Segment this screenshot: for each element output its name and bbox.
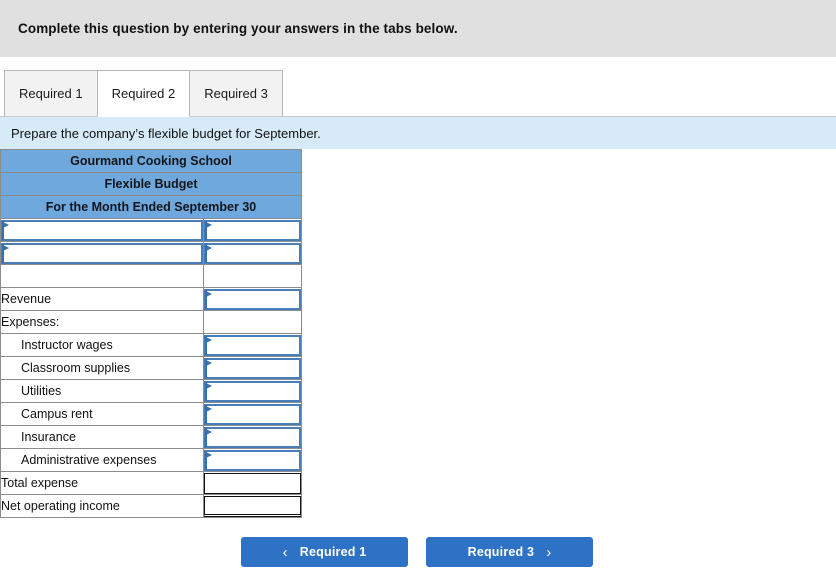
row-6-value-cell — [203, 356, 302, 380]
table-row: Instructor wages — [0, 333, 302, 357]
table-header-row: For the Month Ended September 30 — [0, 195, 302, 219]
table-row — [0, 264, 302, 288]
row-11-value-field[interactable] — [204, 472, 301, 494]
row-2-value-empty-cell — [203, 264, 302, 288]
table-row: Administrative expenses — [0, 448, 302, 472]
table-title-line-3: For the Month Ended September 30 — [0, 195, 302, 219]
row-3-value-select[interactable] — [204, 288, 301, 310]
dropdown-triangle-icon — [3, 221, 9, 228]
next-required-label: Required 3 — [467, 545, 535, 559]
row-label: Net operating income — [0, 494, 204, 518]
dropdown-triangle-icon — [3, 244, 9, 251]
row-1-label-select[interactable] — [1, 242, 203, 264]
table-row: Expenses: — [0, 310, 302, 334]
row-label: Administrative expenses — [0, 448, 204, 472]
row-0-value-cell — [203, 218, 302, 242]
tab-bar: Required 1 Required 2 Required 3 — [0, 57, 836, 117]
row-label: Expenses: — [0, 310, 204, 334]
row-label: Instructor wages — [0, 333, 204, 357]
table-row — [0, 241, 302, 265]
sub-instruction-text: Prepare the company’s flexible budget fo… — [11, 125, 321, 141]
row-11-value-cell — [203, 471, 302, 495]
row-1-value-select[interactable] — [204, 242, 301, 264]
row-9-value-cell — [203, 425, 302, 449]
row-1-value-cell — [203, 241, 302, 265]
tab-label: Required 1 — [19, 86, 83, 101]
chevron-right-icon: › — [546, 543, 552, 561]
table-header-row: Flexible Budget — [0, 172, 302, 196]
tab-label: Required 2 — [111, 86, 176, 101]
chevron-left-icon: ‹ — [282, 543, 288, 561]
row-7-value-cell — [203, 379, 302, 403]
table-title-line-2: Flexible Budget — [0, 172, 302, 196]
instruction-banner-text: Complete this question by entering your … — [18, 21, 458, 36]
tab-3[interactable]: Required 3 — [189, 70, 283, 117]
row-label: Campus rent — [0, 402, 204, 426]
row-12-value-field[interactable] — [204, 495, 301, 517]
row-5-value-cell — [203, 333, 302, 357]
dropdown-triangle-icon — [206, 405, 212, 412]
row-label: Insurance — [0, 425, 204, 449]
row-6-value-select[interactable] — [204, 357, 301, 379]
previous-required-button[interactable]: ‹ Required 1 — [241, 537, 408, 567]
row-label: Revenue — [0, 287, 204, 311]
row-5-value-select[interactable] — [204, 334, 301, 356]
table-row: Net operating income — [0, 494, 302, 518]
row-label: Total expense — [0, 471, 204, 495]
previous-required-label: Required 1 — [299, 545, 367, 559]
dropdown-triangle-icon — [206, 451, 212, 458]
table-row: Campus rent — [0, 402, 302, 426]
row-10-value-select[interactable] — [204, 449, 301, 471]
row-10-value-cell — [203, 448, 302, 472]
row-0-label-select[interactable] — [1, 219, 203, 241]
tab-navigation-footer: ‹ Required 1 Required 3 › — [0, 536, 836, 568]
row-0-label-cell — [0, 218, 204, 242]
table-row: Utilities — [0, 379, 302, 403]
dropdown-triangle-icon — [206, 290, 212, 297]
tab-2[interactable]: Required 2 — [96, 70, 191, 117]
sub-instruction-bar: Prepare the company’s flexible budget fo… — [0, 117, 836, 149]
row-3-value-cell — [203, 287, 302, 311]
table-row: Total expense — [0, 471, 302, 495]
dropdown-triangle-icon — [206, 336, 212, 343]
dropdown-triangle-icon — [206, 382, 212, 389]
table-row: Revenue — [0, 287, 302, 311]
row-4-value-empty-cell — [203, 310, 302, 334]
row-label: Utilities — [0, 379, 204, 403]
dropdown-triangle-icon — [206, 428, 212, 435]
row-2-label-empty-cell — [0, 264, 204, 288]
worksheet-container: Gourmand Cooking School Flexible Budget Fo… — [0, 149, 836, 518]
dropdown-triangle-icon — [206, 359, 212, 366]
row-8-value-cell — [203, 402, 302, 426]
tab-label: Required 3 — [204, 86, 268, 101]
flexible-budget-table: Gourmand Cooking School Flexible Budget Fo… — [0, 149, 302, 518]
row-1-label-cell — [0, 241, 204, 265]
tab-1[interactable]: Required 1 — [4, 70, 98, 117]
table-row — [0, 218, 302, 242]
row-0-value-select[interactable] — [204, 219, 301, 241]
row-8-value-select[interactable] — [204, 403, 301, 425]
table-header-row: Gourmand Cooking School — [0, 149, 302, 173]
dropdown-triangle-icon — [206, 221, 212, 228]
table-row: Classroom supplies — [0, 356, 302, 380]
table-row: Insurance — [0, 425, 302, 449]
instruction-banner: Complete this question by entering your … — [0, 0, 836, 57]
row-label: Classroom supplies — [0, 356, 204, 380]
row-9-value-select[interactable] — [204, 426, 301, 448]
row-12-value-cell — [203, 494, 302, 518]
dropdown-triangle-icon — [206, 244, 212, 251]
next-required-button[interactable]: Required 3 › — [426, 537, 593, 567]
row-7-value-select[interactable] — [204, 380, 301, 402]
table-title-line-1: Gourmand Cooking School — [0, 149, 302, 173]
